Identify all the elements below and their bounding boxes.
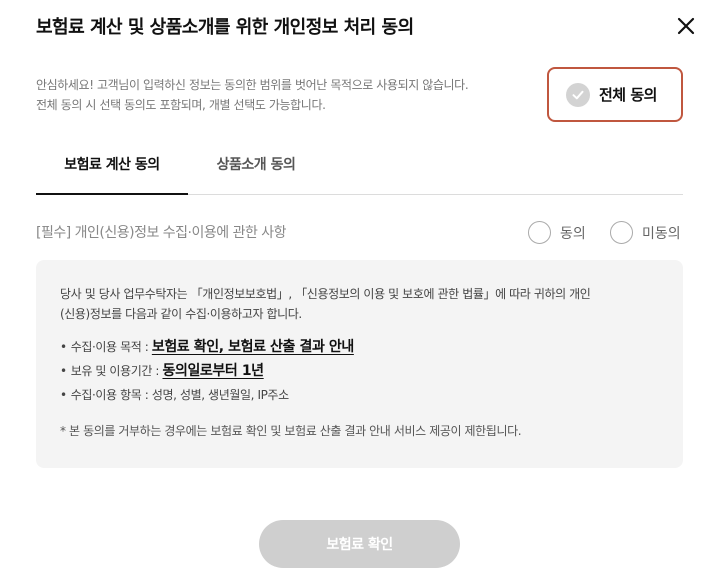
radio-circle[interactable] (610, 221, 633, 244)
list-item: • 수집·이용 목적 : 보험료 확인, 보험료 산출 결과 안내 (60, 335, 659, 359)
consent-intro: 당사 및 당사 업무수탁자는 「개인정보보호법」, 「신용정보의 이용 및 보호… (60, 284, 659, 324)
notice-line-2: 전체 동의 시 선택 동의도 포함되며, 개별 선택도 가능합니다. (36, 98, 326, 112)
item-label: 수집·이용 목적 : (70, 340, 152, 354)
bullet-icon: • (60, 340, 67, 354)
refusal-footnote: * 본 동의를 거부하는 경우에는 보험료 확인 및 보험료 산출 결과 안내 … (60, 424, 522, 438)
list-item: • 수집·이용 항목 : 성명, 성별, 생년월일, IP주소 (60, 383, 659, 407)
agree-all-button[interactable]: 전체 동의 (547, 67, 683, 122)
section-title: [필수] 개인(신용)정보 수집·이용에 관한 사항 (36, 225, 287, 241)
notice-line-1: 안심하세요! 고객님이 입력하신 정보는 동의한 범위를 벗어난 목적으로 사용… (36, 78, 469, 92)
item-value: 성명, 성별, 생년월일, IP주소 (151, 388, 289, 402)
disagree-radio-label: 미동의 (642, 225, 681, 242)
item-value: 동의일로부터 1년 (162, 363, 264, 379)
disagree-radio[interactable]: 미동의 (610, 221, 681, 244)
tab-premium-calculation[interactable]: 보험료 계산 동의 (36, 148, 188, 195)
agree-radio-label: 동의 (560, 225, 586, 242)
bullet-icon: • (60, 364, 67, 378)
intro-line-2: (신용)정보를 다음과 같이 수집·이용하고자 합니다. (60, 307, 302, 321)
item-value: 보험료 확인, 보험료 산출 결과 안내 (151, 339, 354, 355)
agree-radio[interactable]: 동의 (528, 221, 586, 244)
consent-details-box: 당사 및 당사 업무수탁자는 「개인정보보호법」, 「신용정보의 이용 및 보호… (36, 260, 683, 468)
check-icon (566, 82, 590, 107)
consent-tabs: 보험료 계산 동의 상품소개 동의 (36, 148, 683, 195)
consent-items-list: • 수집·이용 목적 : 보험료 확인, 보험료 산출 결과 안내 • 보유 및 이… (60, 335, 659, 407)
agree-all-label: 전체 동의 (599, 86, 657, 104)
intro-line-1: 당사 및 당사 업무수탁자는 「개인정보보호법」, 「신용정보의 이용 및 보호… (60, 287, 591, 301)
item-label: 보유 및 이용기간 : (70, 364, 163, 378)
radio-circle[interactable] (528, 221, 551, 244)
bullet-icon: • (60, 388, 67, 402)
confirm-premium-button[interactable]: 보험료 확인 (259, 520, 460, 568)
privacy-notice: 안심하세요! 고객님이 입력하신 정보는 동의한 범위를 벗어난 목적으로 사용… (36, 75, 469, 115)
list-item: • 보유 및 이용기간 : 동의일로부터 1년 (60, 359, 659, 383)
tab-product-introduction[interactable]: 상품소개 동의 (188, 148, 324, 195)
close-icon[interactable] (674, 14, 698, 38)
dialog-title: 보험료 계산 및 상품소개를 위한 개인정보 처리 동의 (36, 17, 414, 38)
item-label: 수집·이용 항목 : (70, 388, 152, 402)
